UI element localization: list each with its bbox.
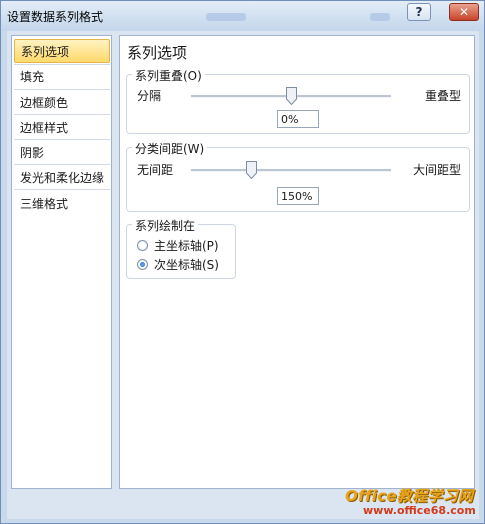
secondary-axis-radio[interactable] xyxy=(137,258,148,270)
nav-item-label: 阴影 xyxy=(20,146,45,160)
primary-axis-label: 主坐标轴(P) xyxy=(154,238,219,253)
overlap-legend: 系列重叠(O) xyxy=(132,67,205,84)
gap-left-label: 无间距 xyxy=(137,163,174,177)
gap-value-input[interactable]: 150% xyxy=(277,187,319,205)
dialog-window: 设置数据系列格式 ? ✕ 系列选项 填充 边框颜色 边框样式 阴影 发光和柔化边… xyxy=(0,0,485,524)
panel-title: 系列选项 xyxy=(127,44,188,62)
gap-slider-track[interactable] xyxy=(191,169,391,172)
gap-slider-thumb[interactable] xyxy=(246,161,257,179)
dialog-body: 系列选项 填充 边框颜色 边框样式 阴影 发光和柔化边缘 三维格式 系列选项 系… xyxy=(7,31,479,519)
overlap-group: 系列重叠(O) 分隔 重叠型 0% xyxy=(126,67,470,134)
nav-item-3d-format[interactable]: 三维格式 xyxy=(14,192,110,216)
title-bar[interactable]: 设置数据系列格式 ? ✕ xyxy=(1,1,484,31)
nav-item-border-style[interactable]: 边框样式 xyxy=(14,116,110,140)
plot-on-legend: 系列绘制在 xyxy=(132,217,199,234)
divider xyxy=(14,164,110,165)
help-icon: ? xyxy=(415,5,423,19)
nav-item-series-options[interactable]: 系列选项 xyxy=(14,39,110,63)
gap-width-group: 分类间距(W) 无间距 大间距型 150% xyxy=(126,140,470,212)
divider xyxy=(14,189,110,190)
divider xyxy=(14,139,110,140)
plot-series-on-group: 系列绘制在 主坐标轴(P) 次坐标轴(S) xyxy=(126,217,236,279)
gap-right-label: 大间距型 xyxy=(412,163,461,177)
nav-item-label: 边框样式 xyxy=(20,121,69,135)
nav-item-glow-soft-edges[interactable]: 发光和柔化边缘 xyxy=(14,166,110,190)
secondary-axis-label: 次坐标轴(S) xyxy=(154,257,219,272)
overlap-right-label: 重叠型 xyxy=(424,89,461,103)
watermark-url: www.office68.com xyxy=(363,504,476,517)
close-icon: ✕ xyxy=(458,5,470,19)
primary-axis-option[interactable]: 主坐标轴(P) xyxy=(137,237,219,253)
nav-item-fill[interactable]: 填充 xyxy=(14,65,110,89)
nav-item-label: 填充 xyxy=(20,70,45,84)
nav-item-border-color[interactable]: 边框颜色 xyxy=(14,91,110,115)
nav-item-shadow[interactable]: 阴影 xyxy=(14,141,110,165)
nav-item-label: 系列选项 xyxy=(21,45,70,59)
nav-item-label: 边框颜色 xyxy=(20,96,69,110)
help-button[interactable]: ? xyxy=(407,3,431,21)
background-ghost-text xyxy=(370,13,390,21)
secondary-axis-option[interactable]: 次坐标轴(S) xyxy=(137,256,219,272)
options-panel: 系列选项 系列重叠(O) 分隔 重叠型 0% 分类间距(W) 无间距 大间距型 xyxy=(119,35,475,489)
overlap-value-input[interactable]: 0% xyxy=(277,110,319,128)
window-title: 设置数据系列格式 xyxy=(7,10,104,24)
divider xyxy=(14,89,110,90)
divider xyxy=(14,114,110,115)
primary-axis-radio[interactable] xyxy=(137,239,148,251)
watermark-brand: Office教程学习网 xyxy=(345,487,474,505)
overlap-slider-thumb[interactable] xyxy=(286,87,297,105)
background-ghost-text xyxy=(206,13,246,21)
gap-width-legend: 分类间距(W) xyxy=(132,140,208,157)
close-button[interactable]: ✕ xyxy=(449,3,479,21)
nav-item-label: 发光和柔化边缘 xyxy=(20,171,105,185)
overlap-left-label: 分隔 xyxy=(137,89,162,103)
nav-item-label: 三维格式 xyxy=(20,197,69,211)
category-list: 系列选项 填充 边框颜色 边框样式 阴影 发光和柔化边缘 三维格式 xyxy=(11,35,112,489)
